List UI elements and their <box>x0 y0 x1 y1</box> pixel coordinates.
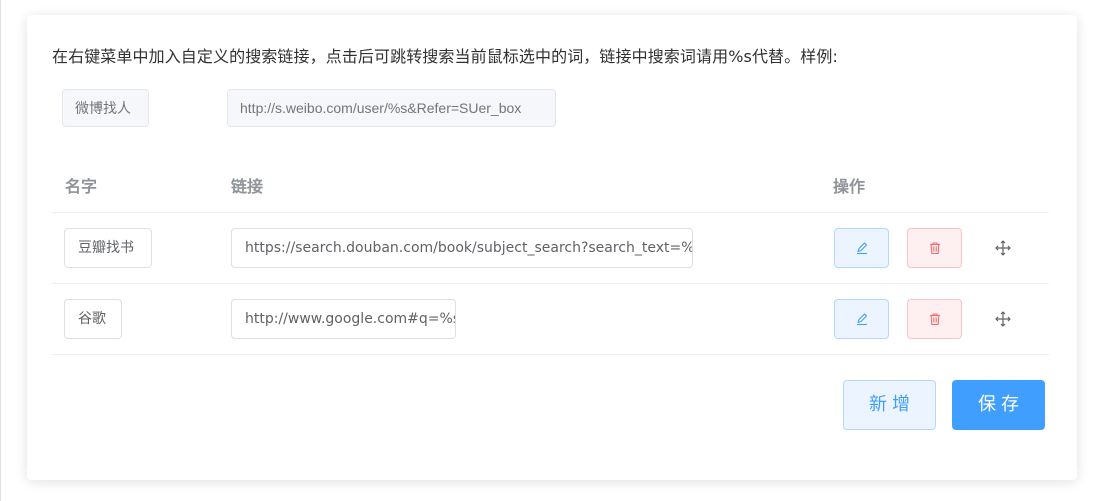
drag-move-icon <box>995 240 1011 256</box>
drag-handle[interactable] <box>994 310 1012 328</box>
save-button[interactable]: 保存 <box>952 380 1045 430</box>
delete-button[interactable] <box>907 228 962 268</box>
edit-button[interactable] <box>834 299 889 339</box>
settings-description: 在右键菜单中加入自定义的搜索链接，点击后可跳转搜索当前鼠标选中的词，链接中搜索词… <box>52 47 838 66</box>
drag-move-icon <box>995 311 1011 327</box>
table-divider <box>52 212 1049 213</box>
edit-icon <box>856 313 867 326</box>
table-divider <box>52 354 1049 355</box>
column-header-name: 名字 <box>65 177 98 196</box>
edit-icon <box>856 242 867 255</box>
row-name-input[interactable]: 豆瓣找书 <box>64 228 152 268</box>
column-header-link: 链接 <box>231 177 264 196</box>
delete-button[interactable] <box>907 299 962 339</box>
example-url-field[interactable] <box>227 89 556 127</box>
drag-handle[interactable] <box>994 239 1012 257</box>
edit-button[interactable] <box>834 228 889 268</box>
table-divider <box>52 283 1049 284</box>
row-name-input[interactable]: 谷歌 <box>64 299 122 339</box>
delete-icon <box>929 242 940 255</box>
window-left-border <box>0 0 1 501</box>
example-name-field[interactable] <box>62 89 149 127</box>
search-links-settings-card: 在右键菜单中加入自定义的搜索链接，点击后可跳转搜索当前鼠标选中的词，链接中搜索词… <box>27 15 1077 480</box>
add-button[interactable]: 新增 <box>843 380 936 430</box>
column-header-actions: 操作 <box>833 177 866 196</box>
row-url-input[interactable]: http://www.google.com#q=%s <box>231 299 456 339</box>
delete-icon <box>929 313 940 326</box>
row-url-input[interactable]: https://search.douban.com/book/subject_s… <box>231 228 693 268</box>
